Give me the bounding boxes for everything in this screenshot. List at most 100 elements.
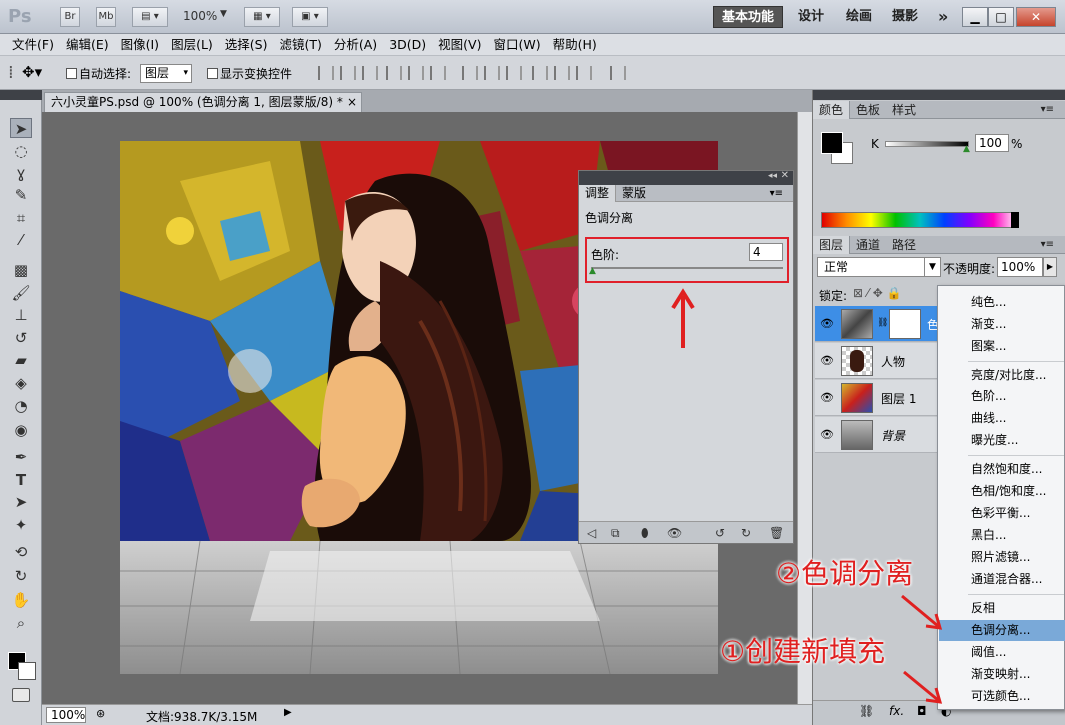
auto-select-dropdown[interactable]: 图层 ▾	[140, 64, 192, 83]
status-zoom-input[interactable]: 100%	[46, 707, 86, 723]
menu-edit[interactable]: 编辑(E)	[60, 34, 115, 56]
link-icon[interactable]: ⛓	[877, 318, 888, 328]
levels-input[interactable]: 4	[749, 243, 783, 261]
arrange-documents-button[interactable]: ▦ ▾	[244, 7, 280, 27]
menu-item-vibrance[interactable]: 自然饱和度...	[939, 459, 1065, 480]
move-tool-preset-icon[interactable]: ✥▾	[22, 63, 42, 81]
status-info-icon[interactable]: ⊛	[96, 707, 105, 720]
align-bottom-icon[interactable]	[362, 66, 378, 80]
close-button[interactable]: ✕	[1016, 7, 1056, 27]
menu-item-exposure[interactable]: 曝光度...	[939, 430, 1065, 451]
align-top-icon[interactable]	[318, 66, 334, 80]
align-vcenter-icon[interactable]	[340, 66, 356, 80]
panel-menu-icon[interactable]: ▾≡	[764, 185, 789, 202]
menu-item-hue-saturation[interactable]: 色相/饱和度...	[939, 481, 1065, 502]
status-menu-arrow-icon[interactable]: ▶	[284, 707, 292, 718]
marquee-tool-icon[interactable]: ◌	[10, 141, 32, 161]
eye-icon[interactable]: 👁	[819, 354, 835, 367]
expand-view-icon[interactable]: ⧉	[611, 526, 620, 541]
menu-item-levels[interactable]: 色阶...	[939, 386, 1065, 407]
bridge-button[interactable]: Br	[60, 7, 80, 27]
menu-item-curves[interactable]: 曲线...	[939, 408, 1065, 429]
eraser-tool-icon[interactable]: ▰	[10, 350, 32, 370]
align-right-icon[interactable]	[430, 66, 446, 80]
document-tab[interactable]: 六小灵童PS.psd @ 100% (色调分离 1, 图层蒙版/8) * ×	[44, 92, 362, 112]
menu-item-pattern[interactable]: 图案...	[939, 336, 1065, 357]
align-left-icon[interactable]	[386, 66, 402, 80]
menu-item-solid-color[interactable]: 纯色...	[939, 292, 1065, 313]
path-selection-tool-icon[interactable]: ➤	[10, 492, 32, 512]
levels-slider-thumb[interactable]: ▲	[589, 266, 596, 276]
k-slider-thumb[interactable]: ▲	[963, 144, 970, 154]
paint-bucket-tool-icon[interactable]: ◈	[10, 373, 32, 393]
k-slider-track[interactable]	[885, 141, 969, 147]
workspace-design[interactable]: 设计	[790, 6, 832, 28]
workspace-photography[interactable]: 摄影	[884, 6, 926, 28]
hand-tool-icon[interactable]: ✋	[10, 590, 32, 610]
back-icon[interactable]: ◁	[587, 526, 596, 540]
tab-swatches[interactable]: 色板	[850, 101, 886, 119]
tab-color[interactable]: 颜色	[813, 101, 851, 119]
align-hcenter-icon[interactable]	[408, 66, 424, 80]
distribute-bottom-icon[interactable]	[506, 66, 522, 80]
menu-3d[interactable]: 3D(D)	[383, 34, 432, 56]
lasso-tool-icon[interactable]: ɣ	[10, 163, 32, 183]
color-ramp[interactable]	[821, 212, 1019, 228]
levels-slider-track[interactable]	[591, 267, 783, 269]
brush-tool-icon[interactable]: 🖌	[10, 283, 32, 303]
distribute-vcenter-icon[interactable]	[484, 66, 500, 80]
tab-masks[interactable]: 蒙版	[616, 185, 652, 202]
shape-tool-icon[interactable]: ✦	[10, 515, 32, 535]
color-foreground-swatch[interactable]	[821, 132, 843, 154]
menu-image[interactable]: 图像(I)	[115, 34, 165, 56]
auto-select-checkbox[interactable]: 自动选择:	[66, 65, 131, 82]
maximize-button[interactable]: □	[988, 7, 1014, 27]
link-layers-icon[interactable]: ⛓	[859, 704, 874, 718]
workspace-essentials[interactable]: 基本功能	[713, 6, 784, 28]
menu-item-posterize[interactable]: 色调分离...	[939, 620, 1065, 641]
distribute-hcenter-icon[interactable]	[554, 66, 570, 80]
crop-tool-icon[interactable]: ⌗	[10, 208, 32, 228]
menu-item-gradient[interactable]: 渐变...	[939, 314, 1065, 335]
close-tab-icon[interactable]: ×	[347, 93, 357, 111]
menu-layer[interactable]: 图层(L)	[165, 34, 219, 56]
distribute-right-icon[interactable]	[576, 66, 592, 80]
dodge-tool-icon[interactable]: ◉	[10, 420, 32, 440]
zoom-tool-icon[interactable]: ⌕	[10, 613, 32, 633]
close-panel-icon[interactable]: ✕	[781, 170, 789, 181]
blur-tool-icon[interactable]: ◔	[10, 396, 32, 416]
auto-align-icon[interactable]	[610, 66, 626, 80]
eye-icon[interactable]: 👁	[819, 317, 835, 330]
opacity-input[interactable]: 100%	[997, 257, 1043, 277]
distribute-top-icon[interactable]	[462, 66, 478, 80]
color-ramp-black[interactable]	[1011, 212, 1019, 228]
eyedropper-tool-icon[interactable]: ⁄	[10, 230, 32, 250]
menu-item-selective-color[interactable]: 可选颜色...	[939, 686, 1065, 707]
tab-styles[interactable]: 样式	[886, 101, 922, 119]
zoom-level[interactable]: 100%	[183, 9, 217, 23]
opacity-arrow-icon[interactable]: ▶	[1043, 257, 1057, 277]
blend-mode-dropdown[interactable]: 正常 ▼	[817, 257, 941, 277]
more-workspaces-button[interactable]: »	[930, 6, 956, 28]
show-transform-checkbox[interactable]: 显示变换控件	[207, 65, 292, 82]
screen-mode-button[interactable]: ▣ ▾	[292, 7, 328, 27]
menu-view[interactable]: 视图(V)	[432, 34, 487, 56]
visibility-icon[interactable]: 👁	[667, 526, 682, 540]
menu-analysis[interactable]: 分析(A)	[328, 34, 383, 56]
quick-select-tool-icon[interactable]: ✎	[10, 185, 32, 205]
minimize-button[interactable]: ▁	[962, 7, 988, 27]
3d-orbit-tool-icon[interactable]: ↻	[10, 566, 32, 586]
menu-item-photo-filter[interactable]: 照片滤镜...	[939, 547, 1065, 568]
view-extras-button[interactable]: ▤ ▾	[132, 7, 168, 27]
menu-help[interactable]: 帮助(H)	[547, 34, 603, 56]
collapse-panel-icon[interactable]: ◂◂	[768, 171, 777, 181]
zoom-dropdown-icon[interactable]: ▼	[220, 9, 227, 19]
clone-stamp-tool-icon[interactable]: ⊥	[10, 305, 32, 325]
tab-channels[interactable]: 通道	[850, 236, 886, 254]
menu-item-threshold[interactable]: 阈值...	[939, 642, 1065, 663]
lock-icons[interactable]: ⊠ ⁄ ✥ 🔒	[853, 286, 902, 300]
tab-layers[interactable]: 图层	[813, 236, 851, 254]
delete-adjustment-icon[interactable]: 🗑	[769, 526, 784, 540]
3d-rotate-tool-icon[interactable]: ⟲	[10, 542, 32, 562]
workspace-painting[interactable]: 绘画	[838, 6, 880, 28]
